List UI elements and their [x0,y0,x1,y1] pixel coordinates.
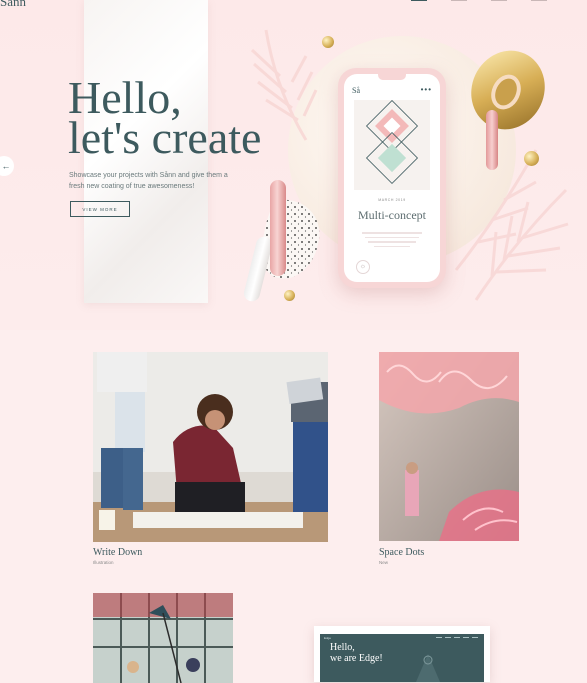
hero-title: Hello, let's create [68,72,262,163]
portfolio-image[interactable] [379,352,519,541]
brand-logo[interactable]: Sånn [0,0,26,10]
edge-title: Hello, we are Edge! [330,642,383,664]
phone-notch [378,74,406,80]
phone-date: MARCH 2019 [378,198,406,202]
portfolio-image[interactable] [93,352,328,542]
edge-navigation [436,637,478,638]
gold-ring-decoration [471,50,545,130]
portfolio-title[interactable]: Space Dots [379,547,424,558]
phone-text-lines [362,232,422,250]
window-photo [93,593,233,683]
portfolio-preview-card[interactable]: Edge Hello, we are Edge! [314,626,490,682]
nav-item[interactable] [491,0,507,1]
phone-heading: Multi-concept [358,208,426,222]
office-photo [93,352,328,542]
neon-photo [379,352,519,541]
hero-subtitle: Showcase your projects with Sånn and giv… [69,172,228,190]
nav-item[interactable] [411,0,427,1]
portfolio-title[interactable]: Write Down [93,547,142,558]
gold-ball-decoration [524,151,539,166]
top-navigation [411,0,547,1]
gold-ball-decoration [322,36,334,48]
edge-triangle-icon [416,654,440,682]
view-more-button[interactable]: VIEW MORE [70,201,130,217]
portfolio-category: Illustration [93,560,114,565]
phone-screen: Så ••• MARCH 2019 Multi-concept ☼ [344,74,440,282]
pink-bar-decoration [486,110,498,170]
portfolio-category: New [379,560,389,565]
pink-cylinder-decoration [270,180,286,276]
portfolio-image[interactable] [93,593,233,683]
gold-ball-decoration [284,290,295,301]
lightbulb-icon: ☼ [356,260,370,274]
phone-artwork [354,100,430,190]
nav-item[interactable] [451,0,467,1]
edge-logo: Edge [324,636,332,640]
edge-preview-screen: Edge Hello, we are Edge! [320,634,484,682]
phone-mockup: Så ••• MARCH 2019 Multi-concept ☼ [338,68,446,288]
phone-logo: Så [352,86,360,95]
nav-item[interactable] [531,0,547,1]
phone-menu-icon: ••• [420,85,432,94]
